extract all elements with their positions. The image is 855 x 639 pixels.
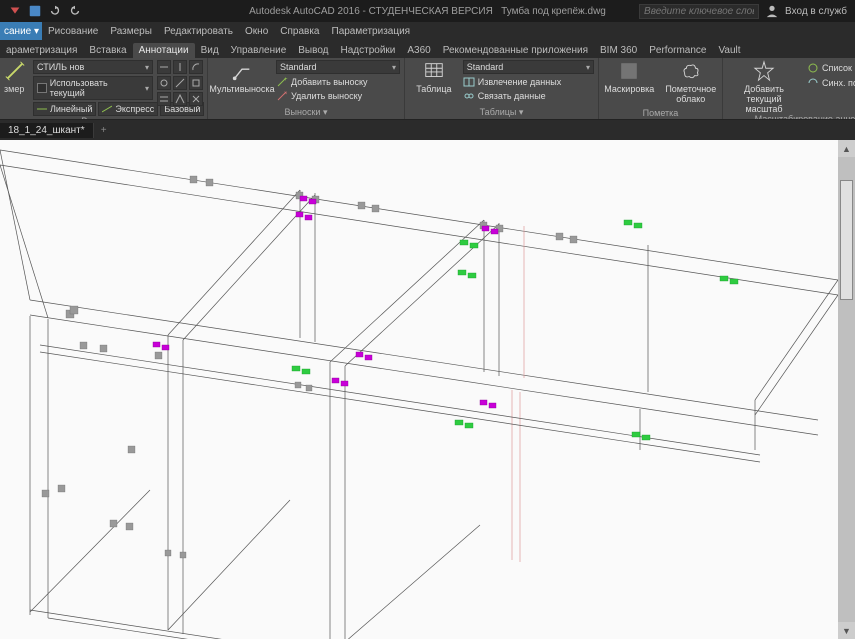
dim-tool-8[interactable] [173, 92, 187, 106]
use-current-check[interactable]: Использовать текущий▾ [33, 76, 153, 100]
tab-annotations[interactable]: Аннотации [133, 43, 195, 58]
menu-bar: сание ▾ Рисование Размеры Редактировать … [0, 22, 855, 40]
save-icon[interactable] [28, 4, 42, 18]
panel-markup-title: Пометка [603, 108, 718, 119]
panel-tables: Таблица Standard▾ Извлечение данных Связ… [405, 58, 599, 119]
revision-cloud-button[interactable]: Пометочное облако [664, 60, 718, 104]
table-style-combo[interactable]: Standard▾ [463, 60, 594, 74]
panel-dimensions: змер СТИЛЬ нов▾ Использовать текущий▾ Ли… [0, 58, 208, 119]
user-icon[interactable] [765, 4, 779, 18]
login-link[interactable]: Вход в служб [785, 6, 847, 17]
dim-tool-6[interactable] [189, 76, 203, 90]
file-tabs: 18_1_24_шкант* + [0, 120, 855, 140]
menu-item-window[interactable]: Окно [239, 26, 274, 37]
panel-tables-title: Таблицы ▾ [409, 107, 594, 119]
menu-item-help[interactable]: Справка [274, 26, 325, 37]
panel-leaders-title: Выноски ▾ [212, 107, 400, 119]
menu-item-parametric[interactable]: Параметризация [326, 26, 417, 37]
panel-scaling: Добавить текущий масштаб Список масштаб … [723, 58, 855, 119]
link-data-button[interactable]: Связать данные [463, 90, 594, 102]
add-leader-button[interactable]: +Добавить выноску [276, 76, 400, 88]
tab-performance[interactable]: Performance [643, 43, 712, 58]
menu-item-dimensions[interactable]: Размеры [104, 26, 158, 37]
tab-a360[interactable]: A360 [401, 43, 436, 58]
app-menu-icon[interactable] [8, 4, 22, 18]
svg-text:+: + [284, 77, 288, 83]
help-search-input[interactable] [639, 4, 759, 19]
tab-parametric[interactable]: араметризация [0, 43, 83, 58]
scale-list-button[interactable]: Список масштаб [807, 62, 855, 74]
dim-express-combo[interactable]: Экспресс [98, 102, 158, 116]
dimension-icon[interactable] [4, 60, 26, 82]
dim-mini-tools [157, 60, 203, 106]
svg-text:×: × [284, 91, 288, 97]
extract-data-button[interactable]: Извлечение данных [463, 76, 594, 88]
ribbon: змер СТИЛЬ нов▾ Использовать текущий▾ Ли… [0, 58, 855, 120]
tab-output[interactable]: Вывод [292, 43, 334, 58]
dim-tool-4[interactable] [157, 76, 171, 90]
dim-tool-2[interactable] [173, 60, 187, 74]
dim-tool-1[interactable] [157, 60, 171, 74]
tab-manage[interactable]: Управление [225, 43, 293, 58]
menu-item-truncated[interactable]: сание ▾ [0, 22, 42, 40]
dim-linear-combo[interactable]: Линейный [33, 102, 96, 116]
scroll-down-arrow[interactable]: ▼ [838, 622, 855, 639]
dim-tool-3[interactable] [189, 60, 203, 74]
mask-button[interactable]: Маскировка [603, 60, 656, 94]
file-tab-active[interactable]: 18_1_24_шкант* [0, 123, 94, 138]
dim-tool-5[interactable] [173, 76, 187, 90]
file-tab-add[interactable]: + [94, 125, 114, 136]
redo-icon[interactable] [68, 4, 82, 18]
drawing-canvas[interactable]: ▲ ▼ [0, 140, 855, 639]
table-button[interactable]: Таблица [409, 60, 459, 94]
tab-vault[interactable]: Vault [713, 43, 747, 58]
tab-bim360[interactable]: BIM 360 [594, 43, 643, 58]
dimension-label: змер [4, 84, 29, 94]
leader-style-combo[interactable]: Standard▾ [276, 60, 400, 74]
dim-tool-9[interactable] [189, 92, 203, 106]
wireframe-drawing [0, 140, 838, 639]
remove-leader-button[interactable]: ×Удалить выноску [276, 90, 400, 102]
dim-style-combo[interactable]: СТИЛЬ нов▾ [33, 60, 153, 74]
tab-view[interactable]: Вид [195, 43, 225, 58]
dim-tool-7[interactable] [157, 92, 171, 106]
add-scale-button[interactable]: Добавить текущий масштаб [727, 60, 801, 114]
multileader-button[interactable]: Мультивыноска [212, 60, 272, 94]
ribbon-tabs: араметризация Вставка Аннотации Вид Упра… [0, 40, 855, 58]
vertical-scrollbar[interactable]: ▲ ▼ [838, 140, 855, 639]
panel-leaders: Мультивыноска Standard▾ +Добавить выноск… [208, 58, 405, 119]
menu-item-draw[interactable]: Рисование [42, 26, 104, 37]
title-bar: Autodesk AutoCAD 2016 - СТУДЕНЧЕСКАЯ ВЕР… [0, 0, 855, 22]
panel-markup: Маскировка Пометочное облако Пометка [599, 58, 723, 119]
sync-positions-button[interactable]: Синх. положени [807, 77, 855, 89]
scroll-thumb[interactable] [840, 180, 853, 300]
tab-insert[interactable]: Вставка [83, 43, 132, 58]
undo-icon[interactable] [48, 4, 62, 18]
menu-item-edit[interactable]: Редактировать [158, 26, 239, 37]
scroll-up-arrow[interactable]: ▲ [838, 140, 855, 157]
tab-featured[interactable]: Рекомендованные приложения [437, 43, 594, 58]
tab-addins[interactable]: Надстройки [335, 43, 402, 58]
